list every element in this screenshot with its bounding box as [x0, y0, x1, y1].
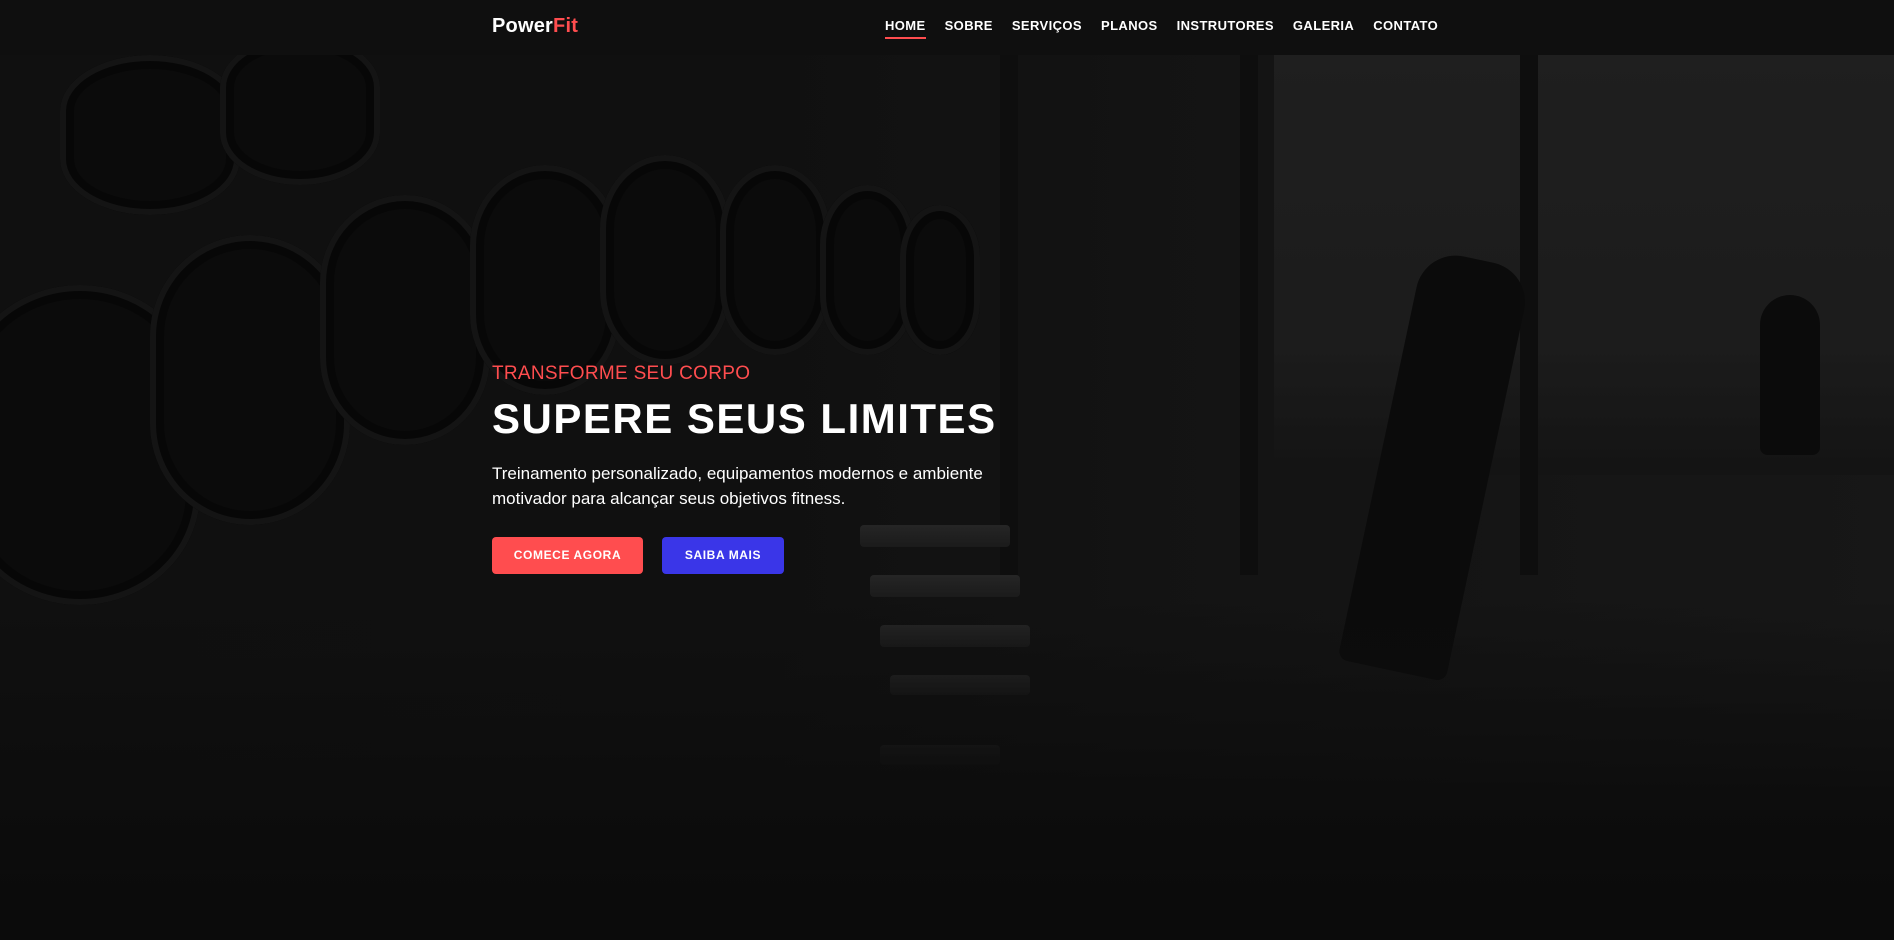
hero-content: TRANSFORME SEU CORPO SUPERE SEUS LIMITES… [492, 363, 1052, 575]
logo[interactable]: PowerFit [492, 15, 578, 38]
page: PowerFit HOME SOBRE SERVIÇOS PLANOS INST… [0, 0, 1894, 940]
saiba-mais-button[interactable]: SAIBA MAIS [662, 537, 784, 575]
navbar: PowerFit HOME SOBRE SERVIÇOS PLANOS INST… [0, 0, 1894, 55]
nav-link-contato[interactable]: CONTATO [1373, 18, 1438, 39]
logo-accent-text: Fit [553, 15, 579, 37]
nav-link-planos[interactable]: PLANOS [1101, 18, 1158, 39]
nav-links: HOME SOBRE SERVIÇOS PLANOS INSTRUTORES G… [885, 18, 1457, 39]
nav-link-home[interactable]: HOME [885, 18, 926, 39]
logo-main-text: Power [492, 15, 554, 37]
hero-buttons: COMECE AGORA SAIBA MAIS [492, 537, 1052, 575]
nav-link-sobre[interactable]: SOBRE [945, 18, 993, 39]
hero-subtitle: TRANSFORME SEU CORPO [492, 363, 751, 384]
hero-description: Treinamento personalizado, equipamentos … [492, 464, 983, 509]
comece-agora-button[interactable]: COMECE AGORA [492, 537, 643, 575]
hero-title: SUPERE SEUS LIMITES [492, 395, 997, 442]
nav-link-instrutores[interactable]: INSTRUTORES [1177, 18, 1274, 39]
nav-link-servicos[interactable]: SERVIÇOS [1012, 18, 1082, 39]
nav-link-galeria[interactable]: GALERIA [1293, 18, 1354, 39]
